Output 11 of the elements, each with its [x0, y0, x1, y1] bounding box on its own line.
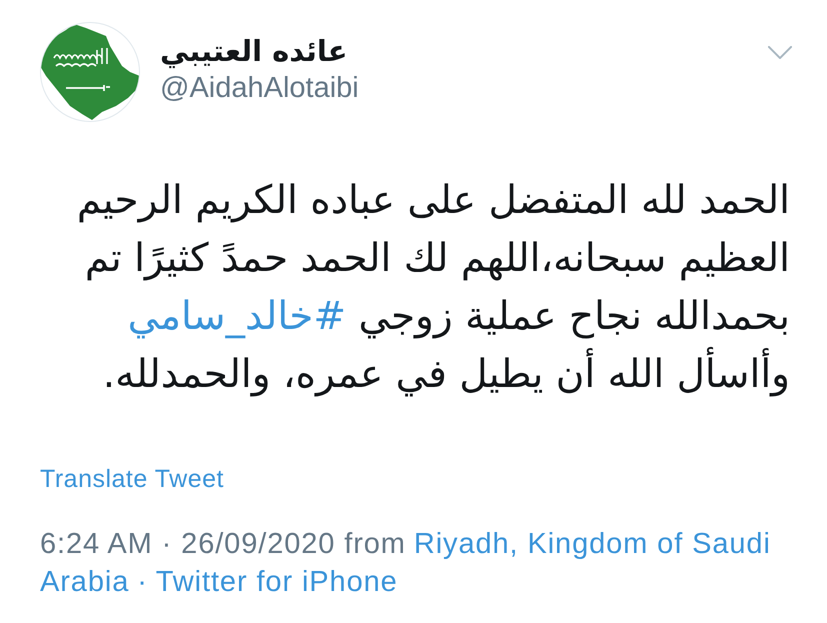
translate-tweet-link[interactable]: Translate Tweet [40, 464, 224, 494]
author-handle[interactable]: @AidahAlotaibi [160, 70, 359, 106]
separator-text: · [137, 565, 148, 600]
author-name[interactable]: عائده العتيبي [160, 32, 348, 70]
hashtag-link[interactable]: #خالد_سامي [128, 294, 346, 339]
location-link[interactable]: Riyadh, Kingdom of Saudi [414, 525, 771, 563]
timestamp-text: 6:24 AM · 26/09/2020 from [40, 527, 406, 562]
source-link[interactable]: Twitter for iPhone [156, 563, 398, 601]
tweet-text: الحمد لله المتفضل على عباده الكريم الرحيم العظيم سبحانه،اللهم لك الحمد حمدً كثيرًا تم بحمدالله نجاح عملية زوجي #خالد_سامي وأاسأل الله أن يطيل في عمره، والحمدلله. [76, 177, 790, 399]
location-link[interactable]: Arabia [40, 563, 130, 601]
avatar-map-icon[interactable] [40, 22, 140, 122]
